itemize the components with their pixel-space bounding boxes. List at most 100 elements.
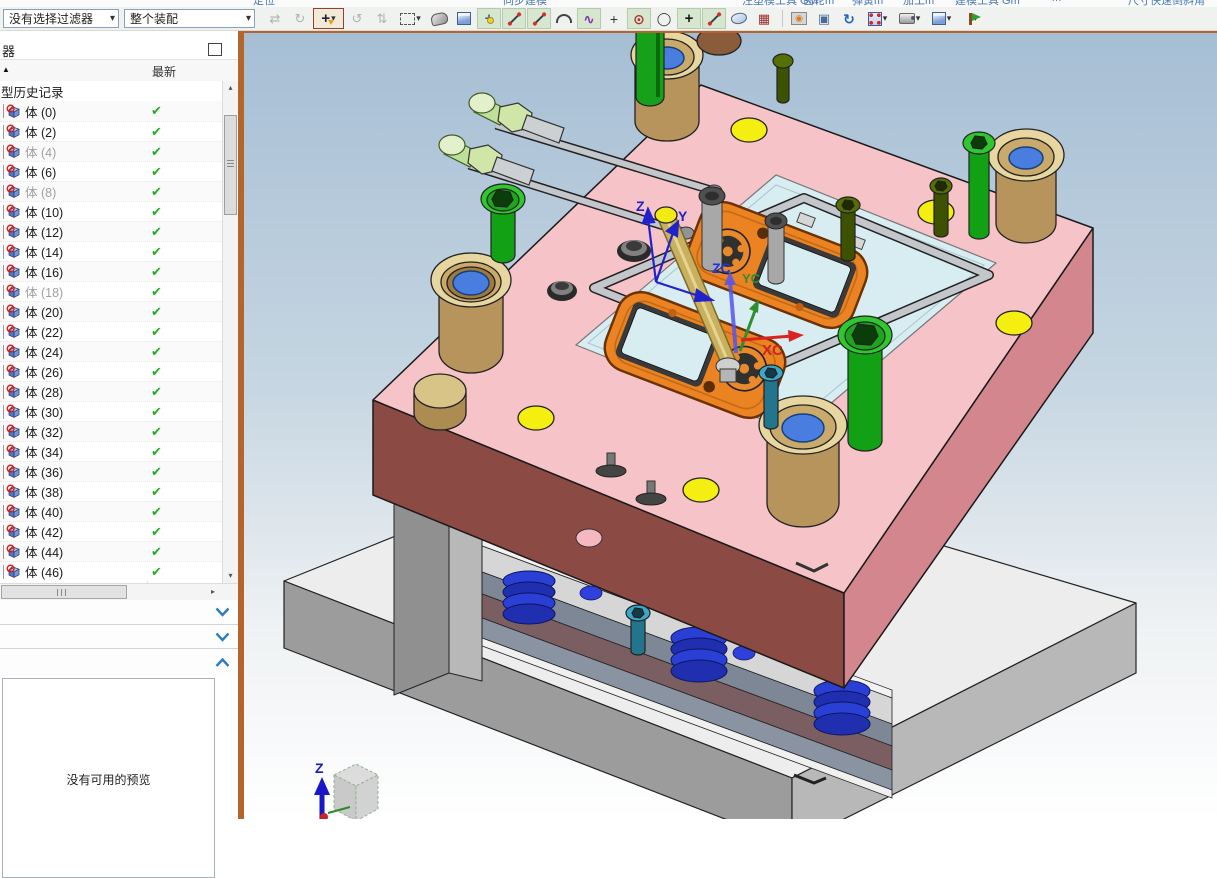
circle-center-button[interactable]: ⊙ — [627, 8, 651, 29]
tree-connector — [3, 164, 4, 179]
linked-body-icon — [6, 384, 20, 398]
studio-spline-button[interactable]: ∿ — [577, 8, 601, 29]
refresh-button[interactable]: ↻ — [837, 8, 861, 29]
main-toolbar: 没有选择过滤器 ▾ 整个装配 ▾ ⇄ ↻ + ▾ ↺ ⇅ ▾ + ∿ + ⊙ ◯… — [0, 7, 1217, 31]
tree-item-row[interactable]: 体 (22) ✔ — [0, 321, 222, 341]
marquee-select-button[interactable]: ▾ — [395, 8, 426, 29]
tree-item-row[interactable]: 体 (12) ✔ — [0, 221, 222, 241]
tree-item-row[interactable]: 体 (14) ✔ — [0, 241, 222, 261]
tree-item-label: 体 (16) — [25, 266, 64, 280]
tree-vertical-scrollbar[interactable]: ▴ ▾ — [222, 81, 238, 583]
tree-item-row[interactable]: 体 (24) ✔ — [0, 341, 222, 361]
multi-window-button[interactable]: ▾ — [862, 8, 893, 29]
tree-item-row[interactable]: 体 (28) ✔ — [0, 381, 222, 401]
delete-face-button[interactable] — [427, 8, 451, 29]
tree-item-row[interactable]: 体 (40) ✔ — [0, 501, 222, 521]
tree-item-row[interactable]: 体 (42) ✔ — [0, 521, 222, 541]
tree-item-row[interactable]: 体 (4) ✔ — [0, 141, 222, 161]
tree-item-row[interactable]: 体 (16) ✔ — [0, 261, 222, 281]
tree-item-row[interactable]: 体 (10) ✔ — [0, 201, 222, 221]
circle-button[interactable]: ◯ — [652, 8, 676, 29]
replace-component-button[interactable]: ⇅ — [370, 8, 394, 29]
plus-button[interactable]: + — [677, 8, 701, 29]
linked-body-icon — [6, 103, 20, 118]
tree-item-row[interactable]: 体 (18) ✔ — [0, 281, 222, 301]
check-icon: ✔ — [151, 164, 162, 179]
selection-filter-combo[interactable]: 没有选择过滤器 ▾ — [3, 9, 119, 28]
tree-item-row[interactable]: 体 (44) ✔ — [0, 541, 222, 561]
image-button[interactable]: ▣ — [812, 8, 836, 29]
fillet-curve-button[interactable] — [552, 8, 576, 29]
visualization-flag-button[interactable]: ▾ — [958, 8, 989, 29]
selection-filter-value: 没有选择过滤器 — [9, 12, 94, 26]
tree-connector — [3, 564, 4, 579]
toolbar-separator[interactable] — [779, 8, 785, 29]
tree-horizontal-scrollbar[interactable]: ▸ — [0, 583, 238, 600]
tree-column-header[interactable]: ▲ 最新 — [0, 59, 238, 83]
scroll-down-icon[interactable]: ▾ — [223, 569, 238, 583]
linked-body-icon — [6, 224, 20, 238]
tree-item-row[interactable]: 体 (36) ✔ — [0, 461, 222, 481]
tree-item-row[interactable]: 体 (20) ✔ — [0, 301, 222, 321]
maximize-panel-button[interactable] — [208, 43, 222, 56]
tree-connector — [3, 484, 4, 499]
tree-connector — [3, 544, 4, 559]
tree-item-row[interactable]: 体 (8) ✔ — [0, 181, 222, 201]
graphics-viewport[interactable]: Z Y ZC YC XC Z — [244, 33, 1217, 819]
tree-connector — [3, 264, 4, 279]
tree-item-row[interactable]: 体 (32) ✔ — [0, 421, 222, 441]
undo-position-button[interactable]: ↺ — [345, 8, 369, 29]
toolbar-icon: ⇄ — [269, 11, 281, 26]
viewport-3d-scene[interactable]: Z Y ZC YC XC Z — [244, 33, 1217, 819]
tree-item-label: 体 (4) — [25, 146, 57, 160]
capture-button[interactable]: ◉ — [787, 8, 811, 29]
tree-item-row[interactable]: 体 (26) ✔ — [0, 361, 222, 381]
tree-item-row[interactable]: 体 (30) ✔ — [0, 401, 222, 421]
sheet-surface-button[interactable] — [727, 8, 751, 29]
line-button[interactable] — [502, 8, 526, 29]
tree-root-row[interactable]: 型历史记录 — [0, 81, 222, 101]
tree-item-row[interactable]: 体 (6) ✔ — [0, 161, 222, 181]
line-2-button[interactable] — [527, 8, 551, 29]
toolbar-icon — [730, 11, 748, 26]
scroll-right-icon[interactable]: ▸ — [206, 585, 220, 599]
linked-body-icon — [6, 184, 20, 198]
vertical-scroll-thumb[interactable] — [224, 115, 237, 215]
tree-item-label: 体 (26) — [25, 366, 64, 380]
toolbar-icon — [708, 13, 720, 24]
move-component-button[interactable]: ⇄ — [263, 8, 287, 29]
move-point-button[interactable]: + — [477, 8, 501, 29]
tree-connector — [3, 424, 4, 439]
check-icon: ✔ — [151, 524, 162, 539]
tree-item-row[interactable]: 体 (38) ✔ — [0, 481, 222, 501]
tree-item-label: 体 (6) — [25, 166, 57, 180]
tree-item-row[interactable]: 体 (2) ✔ — [0, 121, 222, 141]
projector-button[interactable]: ▾ — [894, 8, 925, 29]
tree-connector — [3, 104, 4, 118]
panel-title: 器 — [2, 43, 16, 59]
tree-connector — [3, 344, 4, 359]
scroll-up-icon[interactable]: ▴ — [223, 81, 238, 95]
tree-item-row[interactable]: 体 (0) ✔ — [0, 101, 222, 121]
view-cube-button[interactable]: ▾ — [926, 8, 957, 29]
tree-item-label: 体 (46) — [25, 566, 64, 580]
chevron-up-icon — [215, 657, 230, 667]
solid-cube-button[interactable] — [452, 8, 476, 29]
check-icon: ✔ — [151, 484, 162, 499]
horizontal-scroll-thumb[interactable] — [1, 585, 127, 599]
section-preview[interactable] — [0, 649, 238, 676]
point-button[interactable]: + — [602, 8, 626, 29]
dropdown-arrow-icon: ▾ — [245, 13, 251, 24]
toolbar-icon — [508, 13, 520, 24]
selection-scope-combo[interactable]: 整个装配 ▾ — [124, 9, 255, 28]
assembly-constraints-button[interactable]: ↻ — [288, 8, 312, 29]
tree-item-label: 体 (28) — [25, 386, 64, 400]
data-grid-button[interactable]: ▦ — [752, 8, 776, 29]
section-details[interactable] — [0, 625, 238, 649]
snap-point-button[interactable]: + ▾ — [313, 8, 344, 29]
tree-item-row[interactable]: 体 (46) ✔ — [0, 561, 222, 581]
part-navigator-panel: 器 ▲ 最新 型历史记录 体 (0) ✔ 体 (2) ✔ 体 (4) ✔ 体 (… — [0, 31, 238, 878]
line-points-button[interactable] — [702, 8, 726, 29]
section-dependencies[interactable] — [0, 600, 238, 625]
tree-item-row[interactable]: 体 (34) ✔ — [0, 441, 222, 461]
